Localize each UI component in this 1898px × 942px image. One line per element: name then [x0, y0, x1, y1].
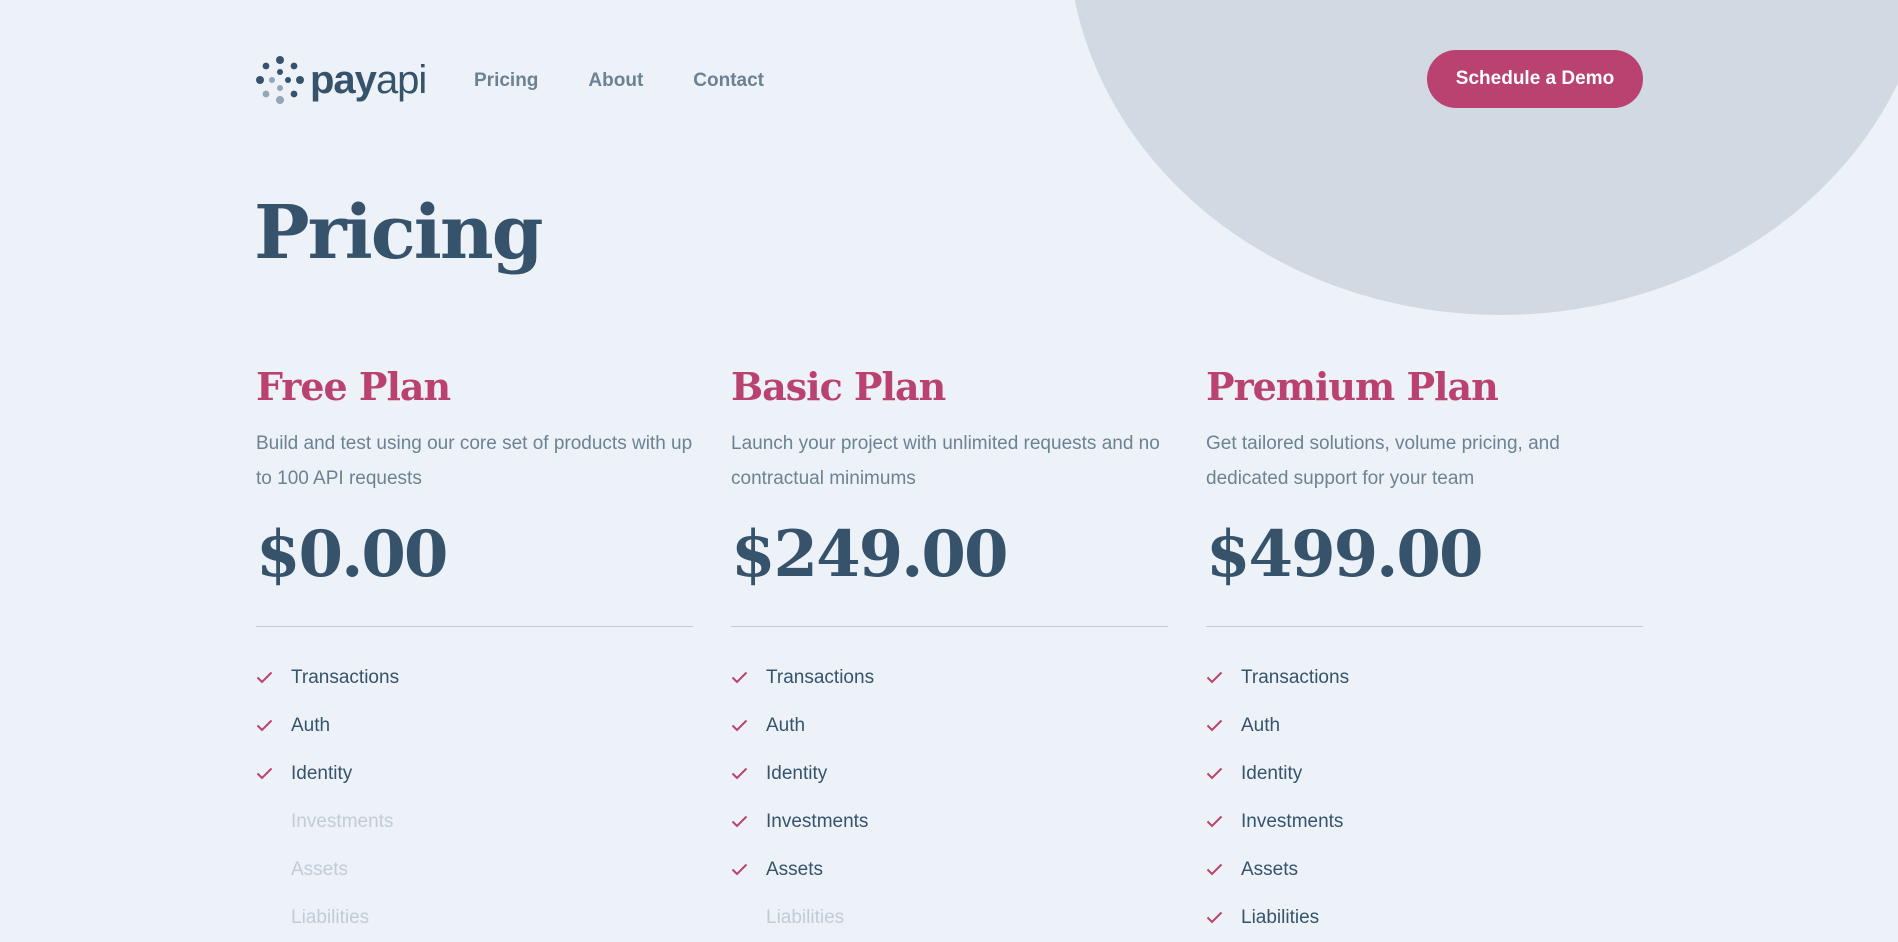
- plan-description: Build and test using our core set of pro…: [256, 433, 693, 489]
- schedule-demo-button[interactable]: Schedule a Demo: [1427, 50, 1643, 108]
- feature-label: Transactions: [1241, 667, 1350, 688]
- feature-item: Investments: [731, 798, 1168, 846]
- feature-label: Auth: [1241, 715, 1281, 736]
- feature-item: Liabilities: [256, 894, 693, 942]
- feature-item: Assets: [1206, 846, 1643, 894]
- checkmark-icon: [731, 719, 748, 732]
- plan-name: Free Plan: [256, 364, 451, 409]
- nav-link-about[interactable]: About: [588, 70, 643, 92]
- plan-divider: [256, 626, 693, 627]
- feature-label: Liabilities: [291, 907, 370, 928]
- feature-item: Identity: [256, 750, 693, 798]
- feature-label: Transactions: [291, 667, 400, 688]
- plan-feature-list: Transactions Auth Identity Investments Asset…: [731, 654, 1168, 942]
- plan-card-premium: Premium Plan Get tailored solutions, volu…: [1206, 358, 1643, 942]
- decorative-background-circle: [1068, 0, 1898, 315]
- page-title: Pricing: [254, 190, 543, 276]
- plan-price: $0.00: [256, 517, 448, 592]
- feature-item: Liabilities: [731, 894, 1168, 942]
- feature-unavailable-spacer: [256, 863, 273, 877]
- plan-divider: [1206, 626, 1643, 627]
- plan-description: Launch your project with unlimited reque…: [731, 433, 1160, 489]
- feature-label: Identity: [766, 763, 828, 784]
- feature-unavailable-spacer: [256, 815, 273, 829]
- feature-item: Liabilities: [1206, 894, 1643, 942]
- feature-item: Investments: [256, 798, 693, 846]
- feature-label: Assets: [766, 859, 824, 880]
- feature-label: Identity: [291, 763, 353, 784]
- site-header: payapi Pricing About Contact Schedule a …: [256, 50, 1643, 109]
- feature-label: Auth: [291, 715, 331, 736]
- plan-feature-list: Transactions Auth Identity Investments Asset…: [1206, 654, 1643, 942]
- feature-item: Identity: [731, 750, 1168, 798]
- checkmark-icon: [731, 863, 748, 876]
- feature-label: Liabilities: [766, 907, 845, 928]
- feature-item: Transactions: [1206, 654, 1643, 702]
- feature-label: Auth: [766, 715, 806, 736]
- checkmark-icon: [731, 767, 748, 780]
- feature-item: Investments: [1206, 798, 1643, 846]
- feature-item: Identity: [1206, 750, 1643, 798]
- feature-item: Assets: [256, 846, 693, 894]
- checkmark-icon: [1206, 815, 1223, 828]
- plan-card-free: Free Plan Build and test using our core s…: [256, 358, 693, 942]
- feature-label: Investments: [1241, 811, 1344, 832]
- payapi-logo[interactable]: payapi: [256, 56, 427, 104]
- feature-label: Transactions: [766, 667, 875, 688]
- logo-wordmark: payapi: [310, 58, 427, 102]
- feature-label: Liabilities: [1241, 907, 1320, 928]
- checkmark-icon: [1206, 671, 1223, 684]
- checkmark-icon: [256, 671, 273, 684]
- pricing-plans: Free Plan Build and test using our core s…: [256, 358, 1644, 942]
- feature-label: Investments: [291, 811, 394, 832]
- feature-item: Assets: [731, 846, 1168, 894]
- plan-divider: [731, 626, 1168, 627]
- feature-item: Transactions: [731, 654, 1168, 702]
- plan-description: Get tailored solutions, volume pricing, …: [1206, 433, 1560, 489]
- feature-label: Assets: [1241, 859, 1299, 880]
- plan-card-basic: Basic Plan Launch your project with unlim…: [731, 358, 1168, 942]
- plan-price: $249.00: [731, 517, 1008, 592]
- checkmark-icon: [256, 719, 273, 732]
- feature-label: Investments: [766, 811, 869, 832]
- nav-link-contact[interactable]: Contact: [693, 70, 764, 92]
- checkmark-icon: [731, 671, 748, 684]
- plan-price: $499.00: [1206, 517, 1483, 592]
- checkmark-icon: [731, 815, 748, 828]
- dot-cluster-logo-icon: [256, 56, 304, 104]
- checkmark-icon: [1206, 767, 1223, 780]
- checkmark-icon: [256, 767, 273, 780]
- logo-wordmark-light: api: [375, 58, 427, 102]
- feature-label: Identity: [1241, 763, 1303, 784]
- feature-item: Auth: [731, 702, 1168, 750]
- feature-item: Auth: [256, 702, 693, 750]
- feature-item: Auth: [1206, 702, 1643, 750]
- plan-name: Basic Plan: [731, 364, 946, 409]
- logo-wordmark-bold: pay: [310, 58, 377, 102]
- plan-name: Premium Plan: [1206, 364, 1499, 409]
- checkmark-icon: [1206, 719, 1223, 732]
- feature-item: Transactions: [256, 654, 693, 702]
- nav-link-pricing[interactable]: Pricing: [474, 70, 538, 92]
- feature-label: Assets: [291, 859, 349, 880]
- plan-feature-list: Transactions Auth Identity Investments Asset…: [256, 654, 693, 942]
- main-nav: Pricing About Contact: [474, 70, 764, 92]
- checkmark-icon: [1206, 863, 1223, 876]
